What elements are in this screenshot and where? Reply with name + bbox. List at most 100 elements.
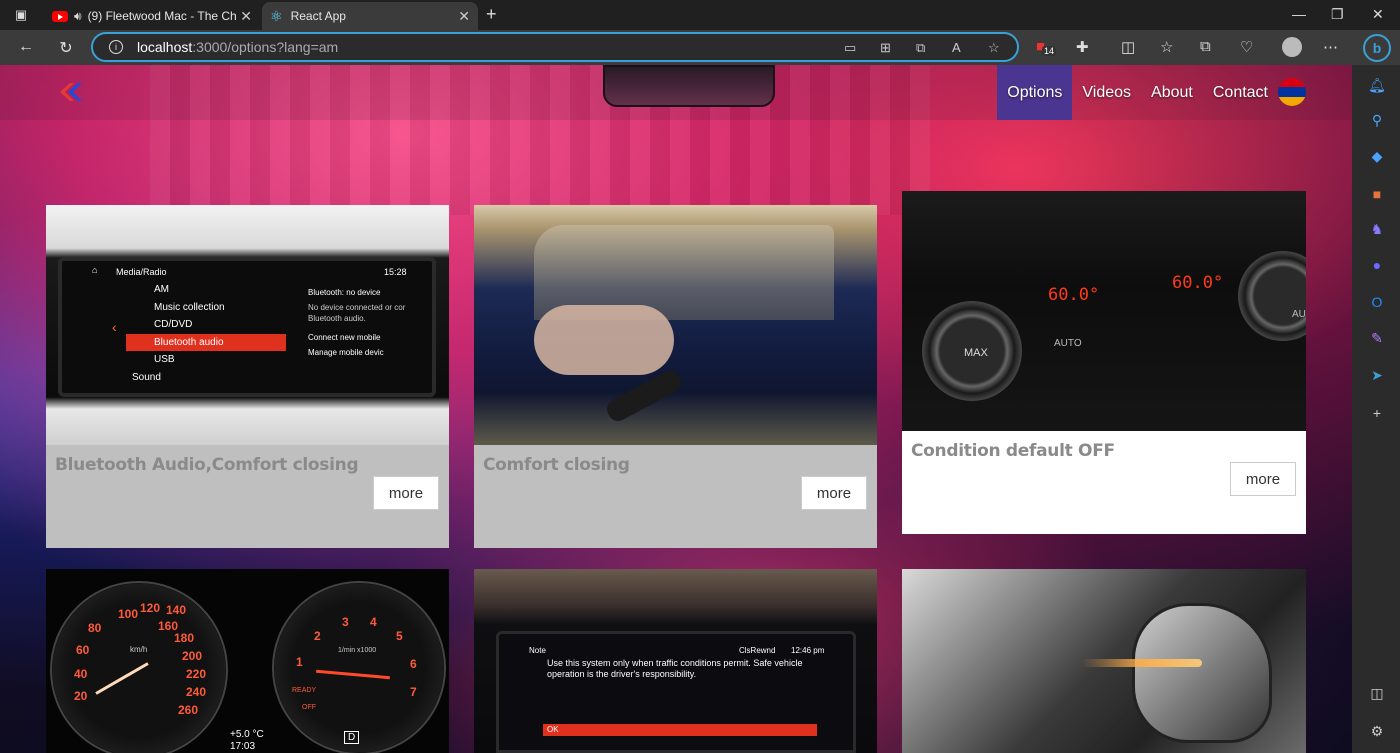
new-tab-icon[interactable]: + bbox=[486, 4, 497, 25]
option-card-note[interactable]: Note ClsRewnd 12:46 pm Use this system o… bbox=[474, 569, 877, 753]
card-title: Condition default OFF bbox=[911, 441, 1115, 461]
read-aloud-icon[interactable]: A bbox=[952, 40, 961, 55]
page-background: Options Videos About Contact Media/Radio… bbox=[0, 65, 1352, 753]
card-image-car-door bbox=[474, 205, 877, 445]
speed-label-140: 140 bbox=[166, 603, 187, 617]
maximize-icon[interactable]: ❐ bbox=[1331, 6, 1344, 23]
site-header: Options Videos About Contact bbox=[0, 65, 1352, 120]
extension-badge: 14 bbox=[1042, 46, 1057, 56]
option-card-gauges[interactable]: km/h 1/min x1000 100 120 140 160 180 200… bbox=[46, 569, 449, 753]
close-tab-icon[interactable]: ✕ bbox=[240, 8, 252, 25]
speed-label-200: 200 bbox=[182, 649, 203, 663]
menu-sound: Sound bbox=[132, 371, 161, 383]
rpm-label-2: 2 bbox=[314, 629, 321, 643]
outlook-icon[interactable]: O bbox=[1368, 294, 1386, 312]
gauge-speed-unit: km/h bbox=[130, 645, 148, 654]
refresh-icon[interactable]: ↻ bbox=[56, 38, 76, 58]
collections-icon[interactable]: ⧉ bbox=[1200, 38, 1211, 55]
note-tag: ClsRewnd bbox=[739, 646, 776, 655]
option-card-comfort-closing[interactable]: Comfort closing more bbox=[474, 205, 877, 548]
device-icon[interactable]: ▭ bbox=[844, 40, 856, 56]
menu-cddvd: CD/DVD bbox=[154, 319, 193, 330]
option-card-condition[interactable]: 60.0° 60.0° MAX AUTO AU Condition defaul… bbox=[902, 191, 1306, 534]
sidebar-layout-icon[interactable]: ◫ bbox=[1368, 685, 1386, 703]
more-button[interactable]: more bbox=[1230, 462, 1296, 496]
apps-icon[interactable]: ⊞ bbox=[880, 40, 891, 56]
home-icon: ⌂ bbox=[92, 265, 98, 275]
extensions-icon[interactable]: ✚ bbox=[1076, 38, 1089, 56]
performance-icon[interactable]: ♡ bbox=[1240, 38, 1253, 56]
note-time: 12:46 pm bbox=[791, 646, 825, 655]
bell-icon[interactable]: 🔔︎ bbox=[1368, 77, 1386, 95]
copilot-icon[interactable]: b bbox=[1363, 34, 1391, 62]
note-ok: OK bbox=[543, 724, 817, 736]
climate-auto-label: AUTO bbox=[1054, 338, 1082, 349]
speed-label-100: 100 bbox=[118, 607, 139, 621]
climate-max-label: MAX bbox=[964, 347, 988, 359]
card-title: Comfort closing bbox=[483, 455, 630, 475]
menu-about[interactable]: About bbox=[1141, 65, 1203, 120]
menu-options[interactable]: Options bbox=[997, 65, 1073, 120]
more-button[interactable]: more bbox=[373, 476, 439, 510]
address-toolbar: ← ↻ i localhost:3000/options?lang=am ▭ ⊞… bbox=[0, 30, 1400, 65]
split-icon[interactable]: ⧉ bbox=[916, 40, 925, 56]
toolbox-icon[interactable]: ■ bbox=[1368, 186, 1386, 204]
search-icon[interactable]: ⚲ bbox=[1368, 112, 1386, 130]
card-title: Bluetooth Audio,Comfort closing bbox=[55, 455, 359, 475]
card-image-media-screen: Media/Radio 15:28 ⌂ ‹ AM Music collectio… bbox=[46, 205, 449, 445]
option-card-bluetooth[interactable]: Media/Radio 15:28 ⌂ ‹ AM Music collectio… bbox=[46, 205, 449, 548]
designer-icon[interactable]: ✎ bbox=[1368, 330, 1386, 348]
more-button[interactable]: more bbox=[801, 476, 867, 510]
screen-right-text: No device connected or cor Bluetooth aud… bbox=[308, 303, 406, 323]
note-header: Note bbox=[529, 646, 546, 655]
address-bar[interactable]: i localhost:3000/options?lang=am ▭ ⊞ ⧉ A… bbox=[91, 32, 1019, 62]
rpm-label-7: 7 bbox=[410, 685, 417, 699]
gauge-off: OFF bbox=[302, 704, 316, 711]
close-tab-icon[interactable]: ✕ bbox=[458, 8, 470, 25]
gauge-clock: 17:03 bbox=[230, 741, 256, 752]
split-screen-icon[interactable]: ◫ bbox=[1121, 38, 1135, 56]
sidebar-toggle-icon[interactable]: ▣ bbox=[12, 6, 30, 24]
armenian-flag-icon[interactable] bbox=[1278, 78, 1306, 106]
menu-contact[interactable]: Contact bbox=[1203, 65, 1278, 120]
tag-icon[interactable]: ◆ bbox=[1368, 148, 1386, 166]
speed-label-180: 180 bbox=[174, 631, 195, 645]
menu-music: Music collection bbox=[154, 301, 225, 313]
screen-connect: Connect new mobile bbox=[308, 333, 381, 342]
menu-am: AM bbox=[154, 284, 169, 295]
speaker-icon[interactable]: 🔊︎ bbox=[74, 9, 82, 24]
speed-label-220: 220 bbox=[186, 667, 207, 681]
rpm-label-1: 1 bbox=[296, 655, 303, 669]
tab-react-app[interactable]: ⚛ React App ✕ bbox=[262, 2, 478, 30]
profile-avatar[interactable] bbox=[1282, 37, 1302, 57]
note-text: Use this system only when traffic condit… bbox=[547, 658, 803, 679]
gauge-rpm-unit: 1/min x1000 bbox=[338, 647, 377, 654]
back-icon[interactable]: ← bbox=[16, 38, 36, 56]
screen-time: 15:28 bbox=[384, 267, 407, 277]
send-icon[interactable]: ➤ bbox=[1368, 367, 1386, 385]
minimize-icon[interactable]: — bbox=[1292, 6, 1306, 22]
games-icon[interactable]: ♞ bbox=[1368, 221, 1386, 239]
more-menu-icon[interactable]: ⋯ bbox=[1323, 38, 1338, 56]
copilot-apps-icon[interactable]: ● bbox=[1368, 257, 1386, 275]
tab-youtube[interactable]: 🔊︎ (9) Fleetwood Mac - The Ch ✕ bbox=[44, 2, 260, 30]
climate-right-temp: 60.0° bbox=[1172, 273, 1224, 293]
speed-label-80: 80 bbox=[88, 621, 102, 635]
favorite-star-icon[interactable]: ☆ bbox=[988, 40, 1000, 56]
speed-label-260: 260 bbox=[178, 703, 199, 717]
chevron-left-icon: ‹ bbox=[112, 319, 117, 335]
speed-label-60: 60 bbox=[76, 643, 90, 657]
speed-label-20: 20 bbox=[74, 689, 88, 703]
favorites-icon[interactable]: ☆ bbox=[1160, 38, 1173, 56]
close-window-icon[interactable]: ✕ bbox=[1372, 6, 1384, 23]
main-menu: Options Videos About Contact bbox=[997, 65, 1278, 120]
menu-videos[interactable]: Videos bbox=[1072, 65, 1141, 120]
add-icon[interactable]: + bbox=[1368, 405, 1386, 423]
gauge-gear: D bbox=[344, 731, 360, 744]
screen-manage: Manage mobile devic bbox=[308, 348, 384, 357]
option-card-side-mirror[interactable] bbox=[902, 569, 1306, 753]
logo-icon[interactable] bbox=[60, 83, 82, 101]
settings-gear-icon[interactable]: ⚙ bbox=[1368, 723, 1386, 741]
info-icon[interactable]: i bbox=[109, 40, 123, 54]
speed-label-240: 240 bbox=[186, 685, 207, 699]
